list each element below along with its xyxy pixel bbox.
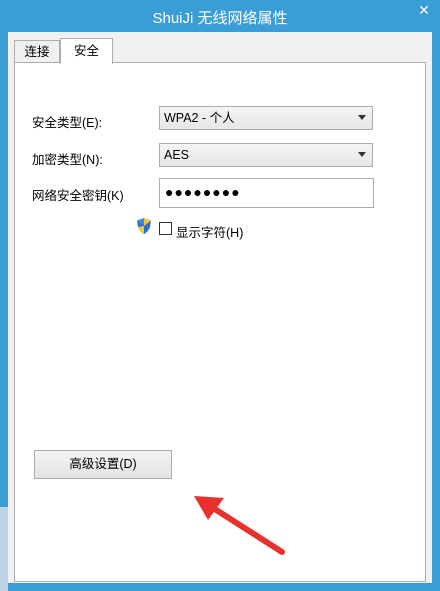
security-type-value: WPA2 - 个人 (164, 111, 235, 125)
chevron-down-icon (358, 152, 366, 157)
advanced-settings-button[interactable]: 高级设置(D) (34, 450, 172, 479)
encryption-type-select[interactable]: AES (159, 143, 373, 167)
title-bar: ShuiJi 无线网络属性 ✕ (0, 0, 440, 32)
shield-icon (137, 218, 151, 234)
chevron-down-icon (358, 115, 366, 120)
encryption-type-value: AES (164, 148, 190, 162)
security-key-label: 网络安全密钥(K) (32, 189, 124, 203)
window-title: ShuiJi 无线网络属性 (152, 10, 288, 27)
security-key-input[interactable]: ●●●●●●●● (159, 178, 374, 208)
show-characters-label[interactable]: 显示字符(H) (176, 222, 243, 241)
tab-security[interactable]: 安全 (60, 38, 113, 64)
encryption-type-label: 加密类型(N): (32, 153, 103, 167)
tab-connection[interactable]: 连接 (14, 40, 60, 62)
show-characters-checkbox[interactable] (159, 222, 172, 235)
security-type-label: 安全类型(E): (32, 116, 103, 130)
annotation-arrow-icon (194, 496, 285, 555)
window-border (0, 32, 8, 591)
close-button[interactable]: ✕ (408, 0, 440, 22)
security-type-select[interactable]: WPA2 - 个人 (159, 106, 373, 130)
